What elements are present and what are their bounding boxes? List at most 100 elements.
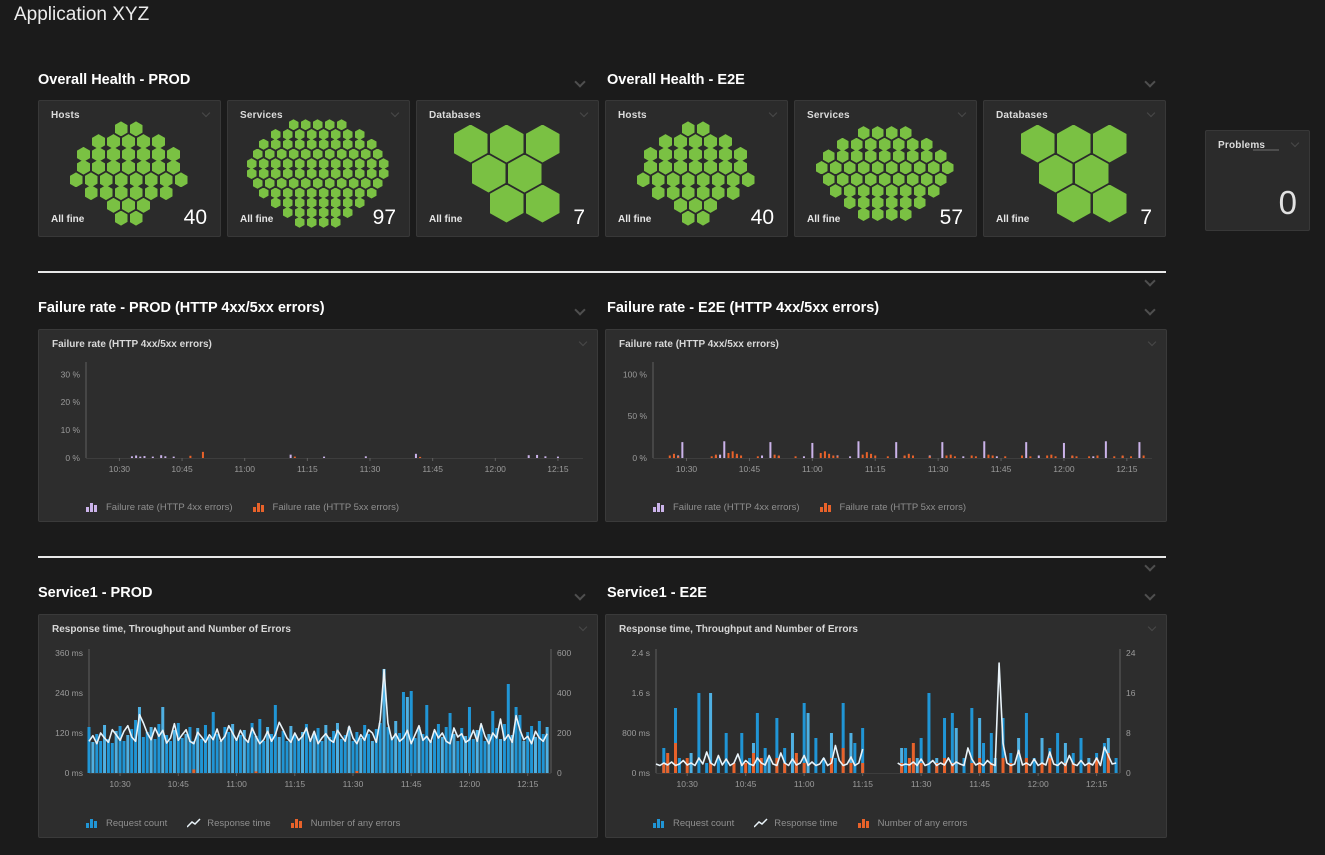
hexagon-entity[interactable]: [830, 184, 842, 198]
hexagon-entity[interactable]: [1057, 185, 1091, 223]
honeycomb[interactable]: [417, 125, 598, 222]
hexagon-entity[interactable]: [659, 160, 672, 175]
hexagon-entity[interactable]: [331, 217, 341, 228]
chevron-down-icon[interactable]: [1291, 139, 1299, 147]
hexagon-entity[interactable]: [844, 184, 856, 198]
hexagon-entity[interactable]: [70, 172, 83, 187]
legend-item[interactable]: Response time: [187, 818, 270, 829]
hexagon-entity[interactable]: [137, 160, 150, 175]
chevron-down-icon[interactable]: [574, 76, 585, 87]
hexagon-entity[interactable]: [508, 155, 542, 193]
hexagon-entity[interactable]: [355, 139, 365, 150]
hexagon-entity[interactable]: [331, 197, 341, 208]
legend-item[interactable]: Failure rate (HTTP 5xx errors): [253, 502, 400, 513]
hexagon-entity[interactable]: [115, 211, 128, 226]
hexagon-entity[interactable]: [271, 129, 281, 140]
hexagon-entity[interactable]: [914, 196, 926, 210]
chevron-down-icon[interactable]: [579, 623, 587, 631]
legend-item[interactable]: Number of any errors: [291, 818, 401, 829]
hexagon-entity[interactable]: [265, 178, 275, 189]
hexagon-entity[interactable]: [928, 161, 940, 175]
chart-tile-failure-e2e[interactable]: Failure rate (HTTP 4xx/5xx errors) 0 %50…: [605, 329, 1167, 522]
chevron-down-icon[interactable]: [1148, 338, 1156, 346]
hexagon-entity[interactable]: [160, 185, 173, 200]
hexagon-entity[interactable]: [900, 207, 912, 221]
hexagon-entity[interactable]: [313, 178, 323, 189]
hexagon-entity[interactable]: [247, 168, 257, 179]
health-tile-hosts-prod[interactable]: Hosts All fine 40: [38, 100, 221, 237]
hexagon-entity[interactable]: [454, 125, 488, 163]
hexagon-entity[interactable]: [152, 160, 165, 175]
hexagon-entity[interactable]: [343, 168, 353, 179]
hexagon-entity[interactable]: [682, 185, 695, 200]
hexagon-entity[interactable]: [343, 139, 353, 150]
hexagon-entity[interactable]: [367, 158, 377, 169]
hexagon-entity[interactable]: [307, 207, 317, 218]
hexagon-entity[interactable]: [130, 211, 143, 226]
hexagon-entity[interactable]: [355, 129, 365, 140]
health-tile-services-prod[interactable]: Services All fine 97: [227, 100, 410, 237]
hexagon-entity[interactable]: [921, 149, 933, 163]
hexagon-entity[interactable]: [319, 158, 329, 169]
hexagon-entity[interactable]: [928, 184, 940, 198]
hexagon-entity[interactable]: [1093, 185, 1127, 223]
hexagon-entity[interactable]: [844, 196, 856, 210]
chevron-down-icon[interactable]: [579, 338, 587, 346]
hexagon-entity[interactable]: [823, 149, 835, 163]
hexagon-entity[interactable]: [704, 198, 717, 213]
hexagon-entity[interactable]: [115, 121, 128, 136]
hexagon-entity[interactable]: [301, 149, 311, 160]
hexagon-entity[interactable]: [373, 178, 383, 189]
hexagon-entity[interactable]: [307, 197, 317, 208]
hexagon-entity[interactable]: [325, 119, 335, 130]
hexagon-entity[interactable]: [907, 149, 919, 163]
hexagon-entity[interactable]: [886, 207, 898, 221]
hexagon-entity[interactable]: [526, 185, 560, 223]
hexagon-entity[interactable]: [816, 161, 828, 175]
hexagon-entity[interactable]: [921, 173, 933, 187]
hexagon-entity[interactable]: [907, 173, 919, 187]
hexagon-entity[interactable]: [271, 168, 281, 179]
hexagon-entity[interactable]: [674, 198, 687, 213]
hexagon-entity[interactable]: [367, 139, 377, 150]
hexagon-entity[interactable]: [1021, 125, 1055, 163]
hexagon-entity[interactable]: [307, 139, 317, 150]
honeycomb[interactable]: [984, 125, 1165, 222]
hexagon-entity[interactable]: [900, 184, 912, 198]
chevron-down-icon[interactable]: [1144, 304, 1155, 315]
hexagon-entity[interactable]: [283, 197, 293, 208]
hexagon-entity[interactable]: [361, 149, 371, 160]
hexagon-entity[interactable]: [265, 149, 275, 160]
hexagon-entity[interactable]: [343, 158, 353, 169]
hexagon-entity[interactable]: [122, 198, 135, 213]
hexagon-entity[interactable]: [319, 168, 329, 179]
chevron-down-icon[interactable]: [1148, 623, 1156, 631]
hexagon-entity[interactable]: [734, 160, 747, 175]
hexagon-entity[interactable]: [122, 160, 135, 175]
hexagon-entity[interactable]: [301, 178, 311, 189]
hexagon-entity[interactable]: [295, 129, 305, 140]
chevron-down-icon[interactable]: [580, 109, 588, 117]
hexagon-entity[interactable]: [900, 196, 912, 210]
hexagon-entity[interactable]: [337, 119, 347, 130]
hexagon-entity[interactable]: [900, 161, 912, 175]
failure-rate-e2e-chart[interactable]: 0 %50 %100 %10:3010:4511:0011:1511:3011:…: [606, 356, 1166, 498]
hexagon-entity[interactable]: [367, 188, 377, 199]
hexagon-entity[interactable]: [1093, 125, 1127, 163]
hexagon-entity[interactable]: [253, 178, 263, 189]
hexagon-entity[interactable]: [295, 188, 305, 199]
hexagon-entity[interactable]: [697, 121, 710, 136]
hexagon-entity[interactable]: [92, 160, 105, 175]
chart-tile-failure-prod[interactable]: Failure rate (HTTP 4xx/5xx errors) 0 %10…: [38, 329, 598, 522]
hexagon-entity[interactable]: [319, 129, 329, 140]
legend-item[interactable]: Failure rate (HTTP 5xx errors): [820, 502, 967, 513]
hexagon-entity[interactable]: [289, 149, 299, 160]
hexagon-entity[interactable]: [137, 198, 150, 213]
hexagon-entity[interactable]: [331, 207, 341, 218]
hexagon-entity[interactable]: [283, 139, 293, 150]
hexagon-entity[interactable]: [872, 196, 884, 210]
hexagon-entity[interactable]: [935, 173, 947, 187]
hexagon-entity[interactable]: [712, 185, 725, 200]
hexagon-entity[interactable]: [865, 173, 877, 187]
hexagon-entity[interactable]: [886, 161, 898, 175]
